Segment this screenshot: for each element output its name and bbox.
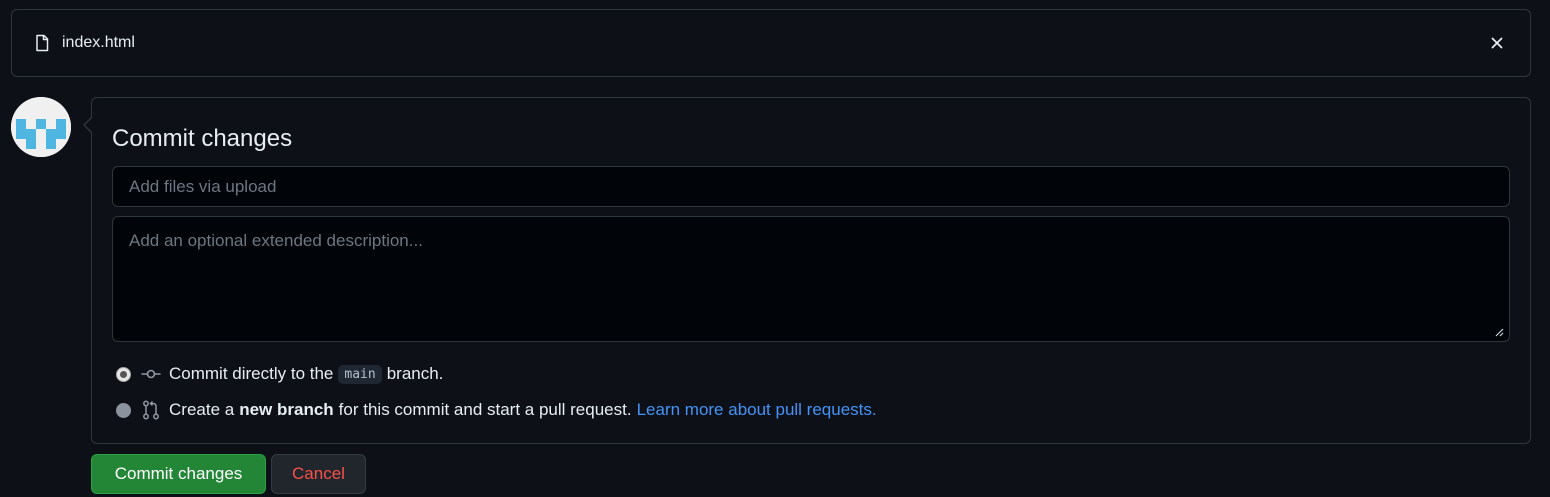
file-header: index.html	[11, 9, 1531, 77]
option-text: Create a	[169, 400, 235, 419]
identicon-avatar-icon	[11, 97, 71, 157]
new-branch-radio[interactable]	[116, 402, 131, 418]
branch-name: main	[338, 364, 382, 384]
cancel-button[interactable]: Cancel	[271, 454, 366, 494]
option-text: Commit directly to the	[169, 364, 334, 383]
option-text: branch.	[386, 364, 444, 383]
resize-handle-icon[interactable]	[1494, 327, 1504, 337]
commit-direct-option[interactable]: Commit directly to the main branch.	[116, 362, 443, 386]
commit-description-input[interactable]	[112, 216, 1510, 342]
avatar[interactable]	[11, 97, 71, 157]
file-name: index.html	[62, 34, 135, 51]
commit-changes-button[interactable]: Commit changes	[91, 454, 266, 494]
git-commit-icon	[141, 364, 161, 384]
git-pull-request-icon	[141, 400, 161, 420]
file-icon	[34, 34, 50, 52]
new-branch-option[interactable]: Create a new branch for this commit and …	[116, 398, 877, 422]
commit-summary-input[interactable]	[112, 166, 1510, 207]
option-text: for this commit and start a pull request…	[338, 400, 632, 419]
commit-form: Commit changes Commit directly to the ma…	[83, 97, 1531, 444]
learn-more-link[interactable]: Learn more about pull requests.	[637, 400, 877, 420]
new-branch-label: new branch	[239, 400, 334, 419]
close-icon[interactable]	[1486, 32, 1508, 54]
commit-title: Commit changes	[112, 125, 293, 152]
commit-direct-radio[interactable]	[116, 366, 131, 382]
